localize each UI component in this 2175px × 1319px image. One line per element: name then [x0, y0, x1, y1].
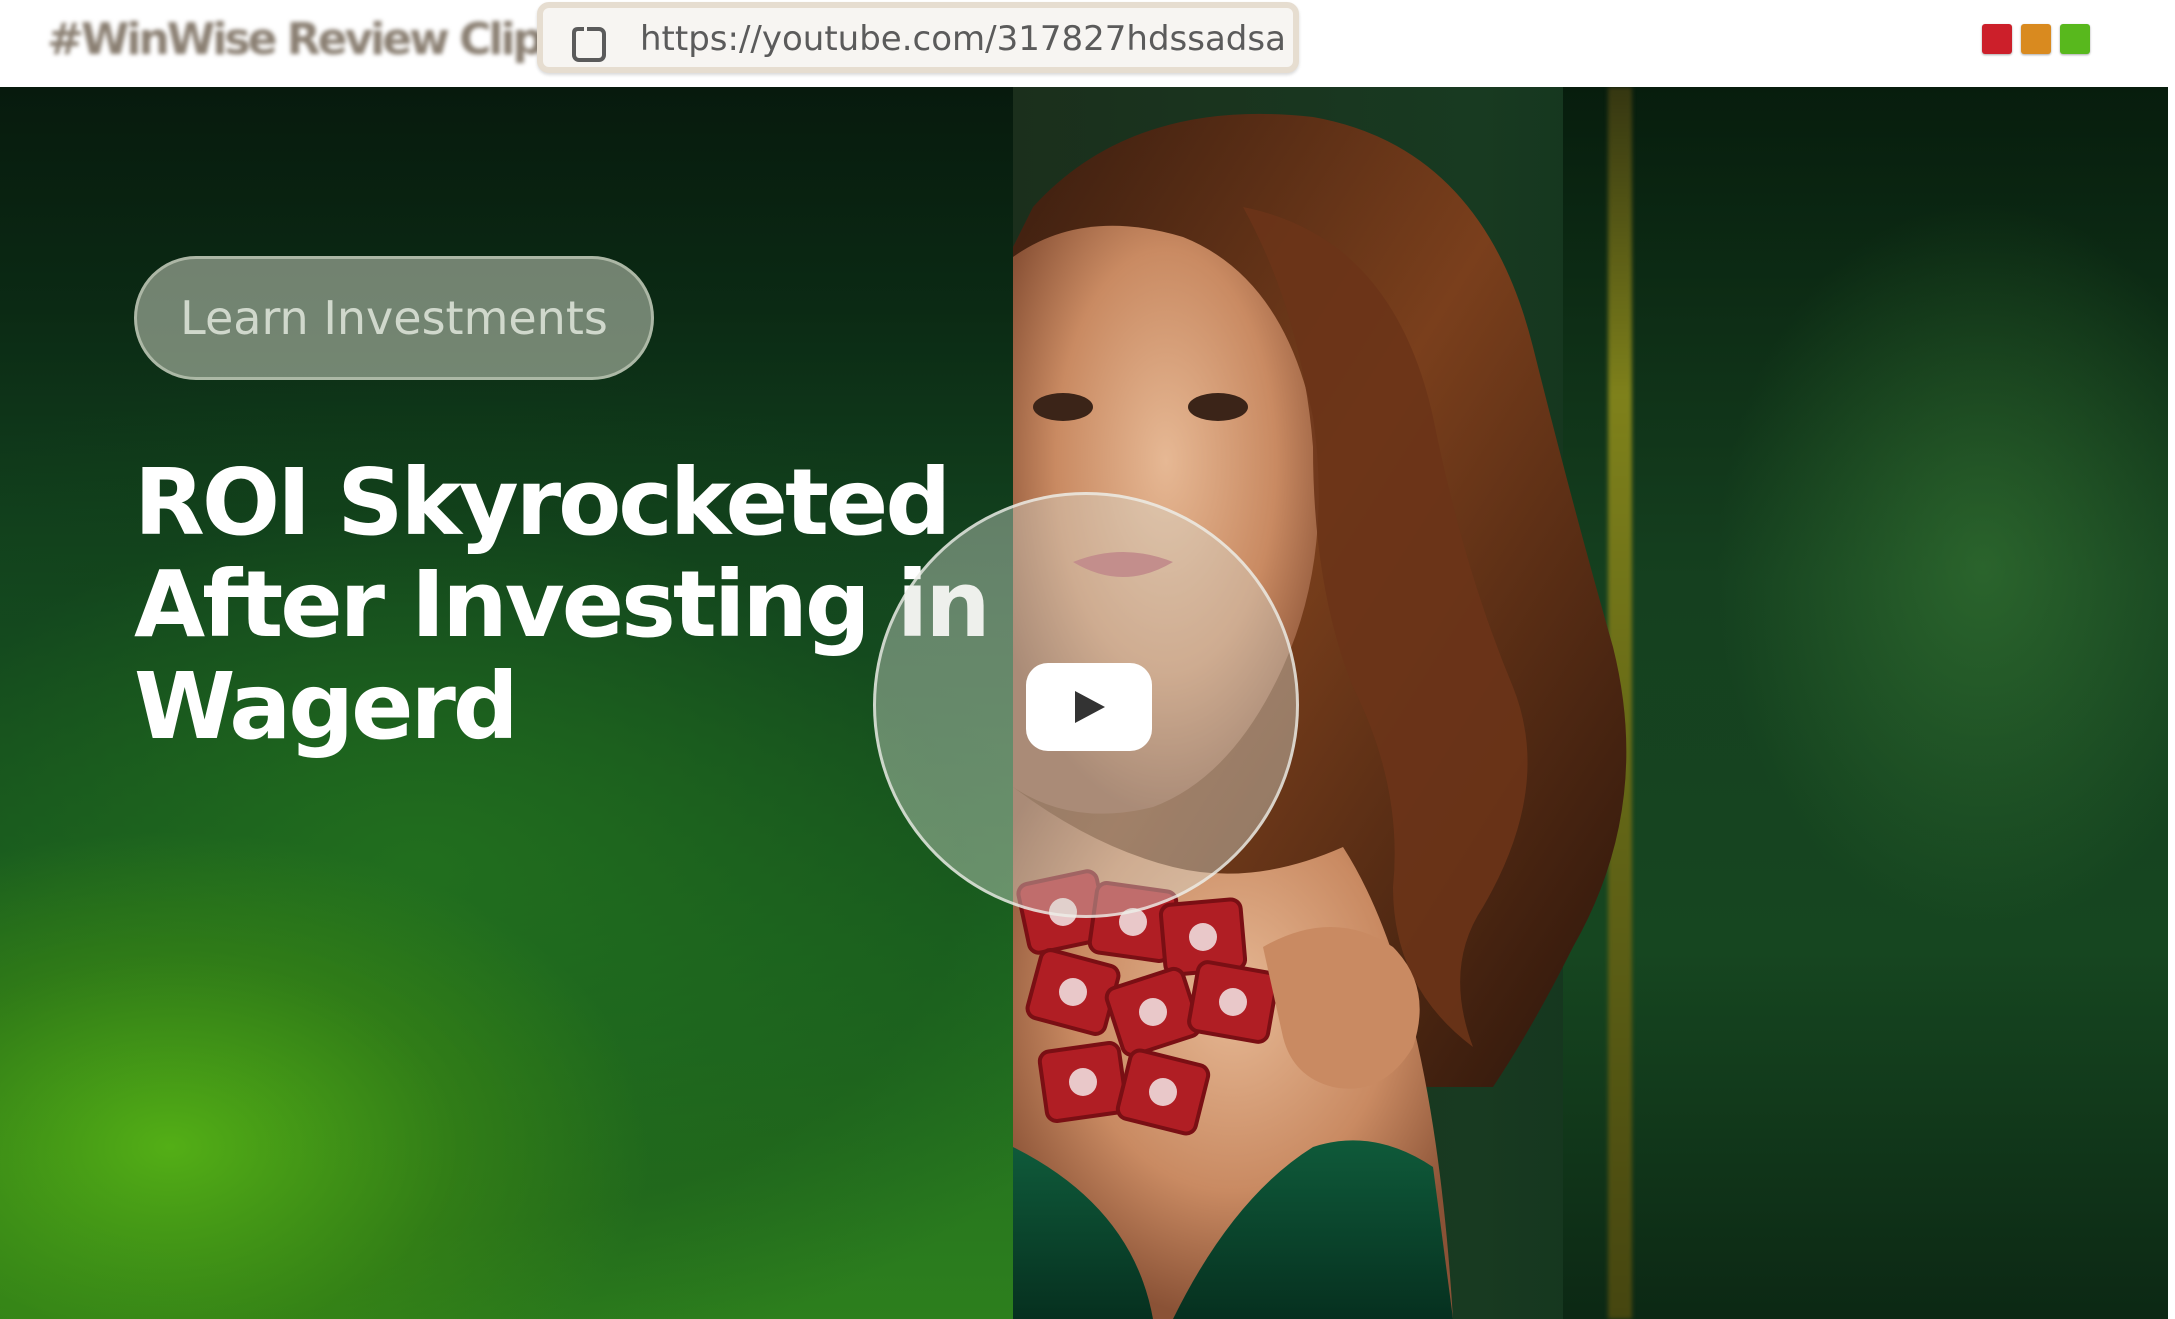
window-title: #WinWise Review Clip [47, 14, 544, 65]
minimize-button[interactable] [2021, 24, 2051, 54]
video-player[interactable]: Learn Investments ROI Skyrocketed After … [0, 87, 2168, 1319]
video-headline: ROI Skyrocketed After Investing in Wager… [134, 449, 991, 760]
title-bar: #WinWise Review Clip https://youtube.com… [0, 0, 2175, 87]
address-bar[interactable]: https://youtube.com/317827hdssadsa [537, 2, 1299, 73]
learn-investments-button[interactable]: Learn Investments [134, 256, 654, 380]
play-overlay[interactable] [873, 492, 1299, 918]
headline-line-2: After Investing in [134, 551, 991, 658]
url-text[interactable]: https://youtube.com/317827hdssadsa [640, 19, 1286, 59]
page-icon [571, 23, 606, 62]
headline-line-3: Wagerd [134, 653, 519, 760]
close-button[interactable] [1982, 24, 2012, 54]
window-controls [1982, 24, 2090, 56]
maximize-button[interactable] [2060, 24, 2090, 54]
headline-line-1: ROI Skyrocketed [134, 449, 951, 556]
play-icon [1075, 691, 1105, 723]
browser-window: #WinWise Review Clip https://youtube.com… [0, 0, 2175, 1319]
play-button[interactable] [1026, 663, 1152, 751]
